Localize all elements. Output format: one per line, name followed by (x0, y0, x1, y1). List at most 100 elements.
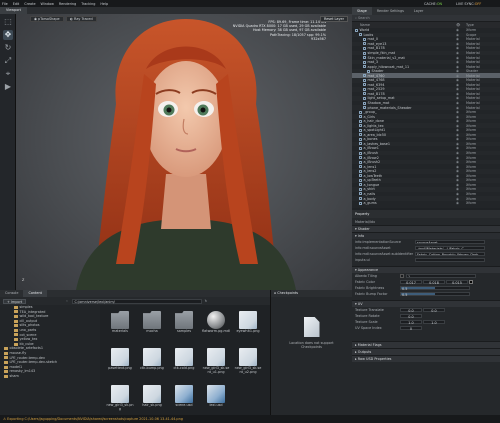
xform-icon (359, 156, 362, 160)
checkpoints-header: ⌂ Checkpoints (271, 290, 352, 297)
section-info[interactable]: ▾ Info (352, 232, 500, 239)
fabric-brightness-slider[interactable]: 0.5 (400, 285, 470, 291)
xform-icon (359, 178, 362, 182)
source-asset-field[interactable]: ./mdl/Materials/...L/Fabric_C... (415, 245, 485, 251)
texture-scale-y[interactable]: 1.0 (423, 319, 445, 325)
fabric-color-b[interactable]: 0.015 (446, 279, 468, 285)
file-tile[interactable]: lexi.usd (202, 383, 230, 415)
stage-search-input[interactable]: ⌕ Search (352, 15, 500, 22)
tab-layer[interactable]: Layer (409, 7, 428, 15)
fabric-bump-slider[interactable]: 0.5 (400, 291, 470, 297)
menu-window[interactable]: Window (41, 2, 54, 6)
xform-icon (359, 187, 362, 191)
texture-translate-x[interactable]: 0.0 (400, 307, 422, 313)
viewport-canvas[interactable]: ◉ pTorsoShape ◐ Ray Traced FPS: 89.69, F… (16, 14, 352, 290)
file-tile[interactable]: scene.usd (170, 383, 198, 415)
file-tile[interactable]: ctk-cold.png (170, 346, 198, 382)
axis-gizmo-label: Z (22, 278, 25, 282)
file-label: eyewhit1.png (236, 329, 260, 333)
file-tile[interactable]: samples (170, 309, 198, 345)
xform-icon (359, 160, 362, 164)
snap-tool-icon[interactable]: ⌖ (3, 69, 13, 79)
folder-icon (14, 333, 18, 337)
section-shader[interactable]: ▾ Shader (352, 225, 500, 232)
menu-help[interactable]: Help (100, 2, 108, 6)
file-placeholder-icon (303, 317, 320, 337)
material-icon (363, 46, 366, 50)
color-swatch[interactable] (469, 280, 473, 284)
material-icon (363, 56, 366, 60)
camera-button[interactable]: ◉ pTorsoShape (30, 16, 64, 22)
file-icon (143, 385, 161, 403)
menu-rendering[interactable]: Rendering (59, 2, 76, 6)
tab-content[interactable]: Content (23, 290, 47, 297)
folder-icon (14, 305, 18, 309)
file-label: pasettext.png (108, 366, 132, 370)
move-tool-icon[interactable]: ✥ (3, 30, 13, 40)
render-mode-button[interactable]: ◐ Ray Traced (66, 16, 97, 22)
file-icon (239, 348, 257, 366)
material-icon (363, 60, 366, 64)
visibility-eye-icon[interactable]: ◉ (456, 201, 459, 205)
menu-file[interactable]: File (2, 2, 8, 6)
fabric-color-r[interactable]: 0.017 (400, 279, 422, 285)
info-row: inputs:ul (352, 257, 500, 263)
render-stats-hud: FPS: 89.69, Frame time: 11.14 ms NVIDIA … (233, 20, 326, 41)
content-path-field[interactable]: C:/omniverse/lexi/anim/ (71, 298, 202, 304)
file-tile[interactable]: pasettext.png (106, 346, 134, 382)
section-outputs[interactable]: ▸ Outputs (352, 348, 500, 355)
reset-layer-button[interactable]: Reset Layer (319, 16, 348, 22)
section-appearance[interactable]: ▾ Appearance (352, 266, 500, 273)
texture-translate-y[interactable]: 0.0 (423, 307, 445, 313)
file-tile[interactable]: ctk-bump.png (138, 346, 166, 382)
scale-tool-icon[interactable]: ⤢ (3, 56, 13, 66)
texture-scale-x[interactable]: 1.0 (400, 319, 422, 325)
folder-icon (14, 337, 18, 341)
refresh-icon[interactable]: ↻ (205, 299, 208, 303)
import-button[interactable]: + Import (3, 298, 27, 304)
rotate-tool-icon[interactable]: ↻ (3, 43, 13, 53)
folder-tree-item[interactable]: sham (0, 374, 100, 379)
file-tile[interactable]: mocha (138, 309, 166, 345)
texture-rotate-field[interactable]: 0.0 (400, 313, 422, 319)
file-label: hair_sk.png (142, 403, 162, 407)
file-tile[interactable]: new_girl3_sk.sent_u2.png (234, 346, 262, 382)
live-sync-indicator[interactable]: LIVE SYNC: OFF (456, 0, 481, 7)
stage-tree-row[interactable]: a_gums ◉ Xform (352, 201, 500, 206)
stage-tab-bar: Stage Render Settings Layer (352, 7, 500, 15)
file-tile[interactable]: new_girl3_sk.png (106, 383, 134, 415)
file-tile[interactable]: new_girl3_sk.sent_u1.png (202, 346, 230, 382)
material-icon (363, 42, 366, 46)
albedo-tiling-field[interactable]: 1 (406, 273, 476, 279)
play-icon[interactable]: ▶ (3, 82, 13, 92)
uv-space-index-field[interactable]: 0 (400, 325, 422, 331)
cache-indicator[interactable]: CACHE: ON (424, 0, 442, 7)
fabric-color-g[interactable]: 0.018 (423, 279, 445, 285)
menu-tracking[interactable]: Tracking (81, 2, 95, 6)
sub-identifier-field[interactable]: Fabric_Cotton_Roughly_Woven_Dark (415, 251, 485, 257)
select-tool-icon[interactable]: ⬚ (3, 17, 13, 27)
file-tile[interactable]: materials (106, 309, 134, 345)
tab-render-settings[interactable]: Render Settings (372, 7, 409, 15)
folder-icon (143, 311, 161, 329)
section-raw-usd[interactable]: ▸ Raw USD Properties (352, 355, 500, 362)
property-tab[interactable]: Property (352, 210, 500, 218)
menu-create[interactable]: Create (24, 2, 35, 6)
tab-viewport[interactable]: Viewport (0, 7, 27, 14)
file-tile[interactable]: hair_sk.png (138, 383, 166, 415)
back-icon[interactable]: ‹ (66, 299, 67, 303)
xform-icon (359, 119, 362, 123)
file-tile[interactable]: flatworm.pg.mdl (202, 309, 230, 345)
section-uv[interactable]: ▾ UV (352, 300, 500, 307)
file-tile[interactable]: eyewhit1.png (234, 309, 262, 345)
file-label: flatworm.pg.mdl (202, 329, 230, 333)
tab-console[interactable]: Console (0, 290, 23, 297)
menu-edit[interactable]: Edit (13, 2, 20, 6)
material-icon (363, 51, 366, 55)
implementation-source-select[interactable]: sourceAsset (415, 239, 485, 245)
xform-icon (359, 33, 362, 37)
section-material-flags[interactable]: ▸ Material Flags (352, 341, 500, 348)
tab-stage[interactable]: Stage (352, 7, 372, 15)
inputs-ul-field[interactable] (415, 257, 485, 263)
albedo-tiling-checkbox[interactable] (400, 274, 404, 278)
